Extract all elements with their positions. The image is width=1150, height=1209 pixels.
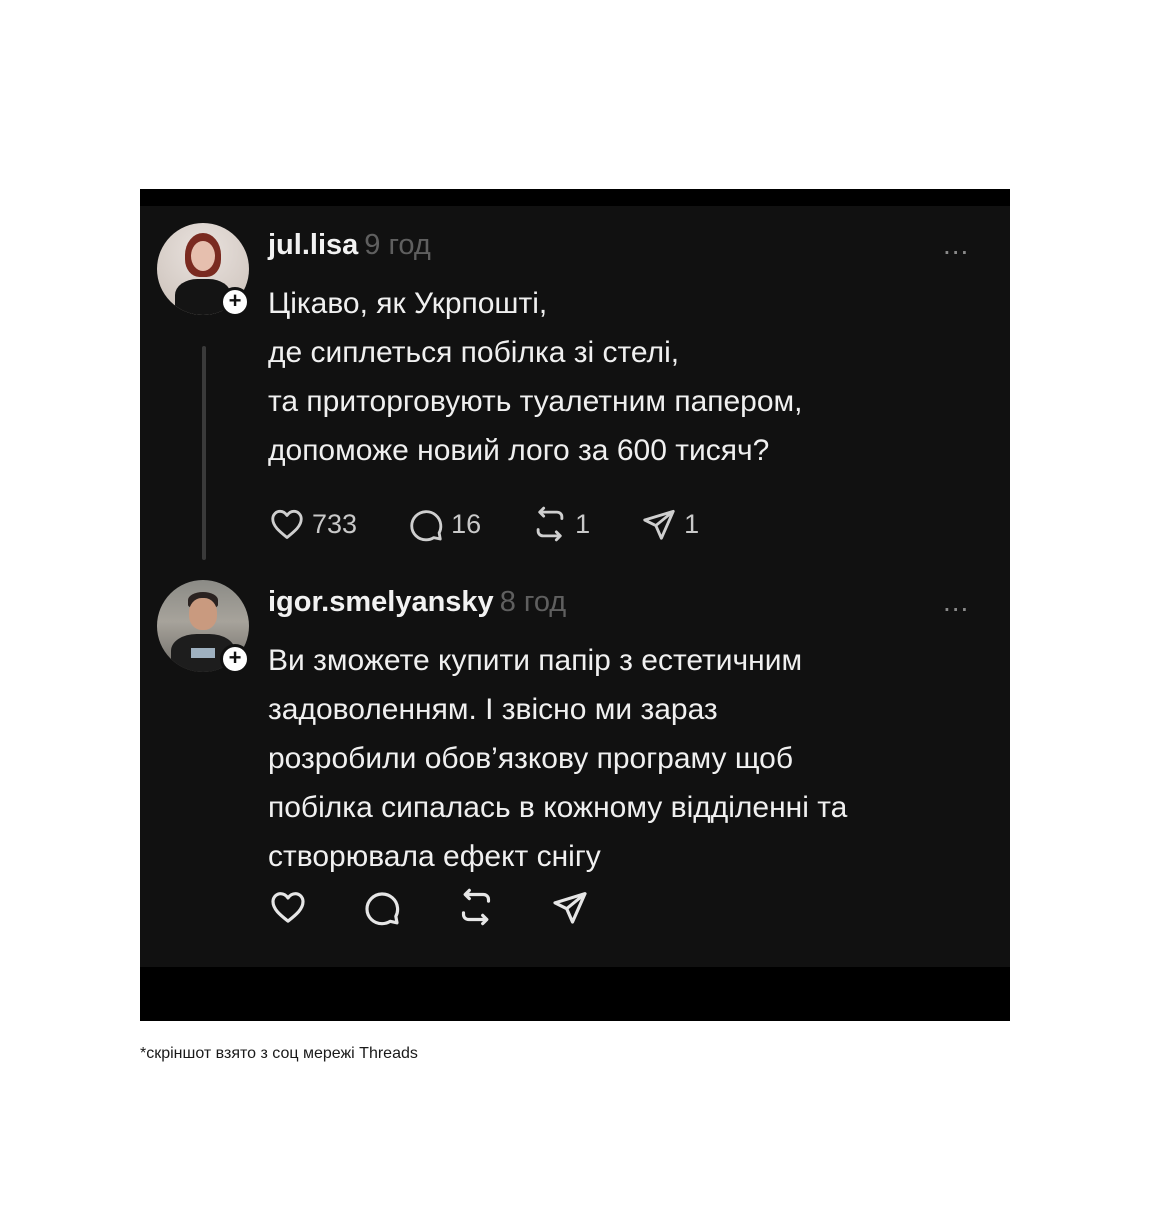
threads-screenshot: + jul.lisa 9 год ... Цікаво, як Укрпошті,…: [140, 189, 1010, 1021]
avatar-shirt-print: [191, 648, 215, 658]
share-button[interactable]: 1: [640, 505, 699, 543]
caption: *скріншот взято з соц мережі Threads: [140, 1045, 418, 1062]
post-text-line: та приторговують туалетним папером,: [268, 385, 803, 418]
more-icon[interactable]: ...: [943, 227, 969, 263]
repost-button[interactable]: [456, 887, 496, 927]
top-bar: [140, 189, 1010, 206]
post-actions: [268, 887, 644, 927]
like-button[interactable]: 733: [268, 505, 357, 543]
heart-icon: [271, 509, 303, 539]
post-text: Цікаво, як Укрпошті, де сиплеться побілк…: [268, 279, 988, 475]
post-text-line: Цікаво, як Укрпошті,: [268, 287, 548, 320]
share-button[interactable]: [550, 887, 590, 927]
comment-button[interactable]: 16: [407, 505, 481, 543]
share-icon: [553, 892, 587, 924]
repost-icon: [536, 506, 564, 542]
repost-button[interactable]: 1: [531, 505, 590, 543]
post-actions: 733 16 1 1: [268, 505, 749, 543]
thread-line: [202, 346, 206, 560]
avatar-face: [189, 598, 217, 630]
follow-plus-icon[interactable]: +: [220, 287, 250, 317]
like-button[interactable]: [268, 887, 308, 927]
post-text-line: розробили обов’язкову програму щоб: [268, 742, 794, 775]
heart-icon: [271, 892, 305, 923]
username[interactable]: jul.lisa: [268, 229, 358, 261]
post-header: jul.lisa 9 год: [268, 227, 431, 263]
share-count: 1: [684, 509, 700, 539]
repost-count: 1: [575, 509, 591, 539]
post-text-line: створювала ефект снігу: [268, 840, 601, 873]
follow-plus-icon[interactable]: +: [220, 644, 250, 674]
comment-count: 16: [451, 509, 482, 539]
share-icon: [643, 509, 675, 540]
bottom-bar: [140, 967, 1010, 1021]
comment-icon: [365, 892, 400, 926]
post-text-line: допоможе новий лого за 600 тисяч?: [268, 434, 770, 467]
post-text-line: задоволенням. І звісно ми зараз: [268, 693, 718, 726]
post-text-line: побілка сипалась в кожному відділенні та: [268, 791, 848, 824]
timestamp: 9 год: [364, 229, 431, 261]
more-icon[interactable]: ...: [943, 584, 969, 620]
post-header: igor.smelyansky 8 год: [268, 584, 566, 620]
username[interactable]: igor.smelyansky: [268, 586, 494, 618]
post-text-line: Ви зможете купити папір з естетичним: [268, 644, 803, 677]
timestamp: 8 год: [499, 586, 567, 618]
repost-icon: [461, 888, 491, 926]
post-text: Ви зможете купити папір з естетичним зад…: [268, 636, 988, 881]
comment-button[interactable]: [362, 887, 402, 927]
like-count: 733: [312, 509, 358, 539]
avatar-face: [191, 241, 215, 271]
comment-icon: [410, 510, 443, 542]
post-text-line: де сиплеться побілка зі стелі,: [268, 336, 680, 369]
